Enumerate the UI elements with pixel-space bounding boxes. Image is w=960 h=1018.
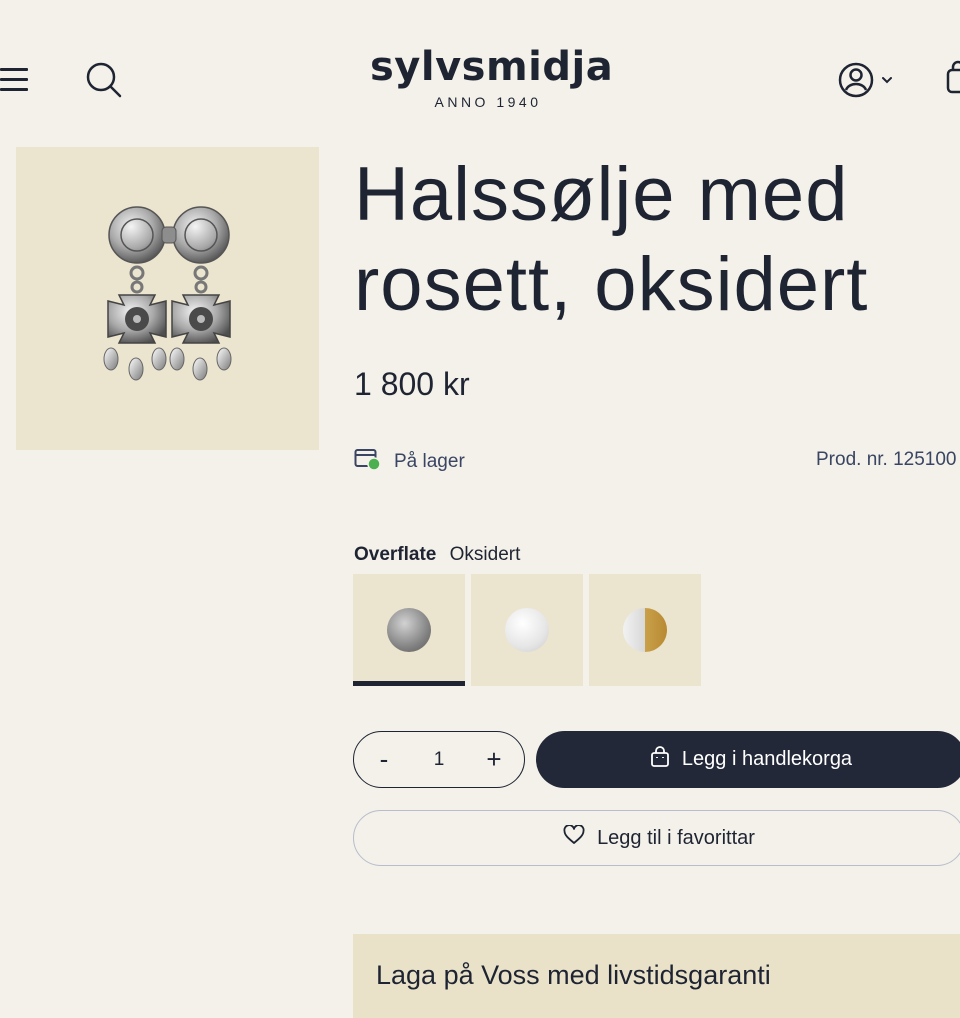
product-image[interactable]: [16, 147, 319, 450]
site-header: sylvsmidja ANNO 1940: [0, 0, 960, 130]
variant-label: Overflate: [354, 544, 437, 565]
swatch-forgylt-dot: [623, 608, 667, 652]
add-to-favorites-label: Legg til i favorittar: [597, 826, 755, 849]
logo-text: sylvsmidja: [370, 44, 614, 90]
variant-label-row: Overflate Oksidert: [354, 544, 520, 566]
variant-swatches: [353, 574, 707, 686]
swatch-oksidert[interactable]: [353, 574, 465, 686]
in-stock-icon: [354, 446, 382, 477]
swatch-blank-dot: [505, 608, 549, 652]
product-page: sylvsmidja ANNO 1940 Halssølje med roset…: [0, 0, 960, 1018]
guarantee-text: Laga på Voss med livstidsgaranti: [376, 960, 771, 990]
product-number: Prod. nr. 125100: [816, 449, 957, 470]
quantity-value[interactable]: 1: [434, 749, 445, 771]
add-to-cart-label: Legg i handlekorga: [681, 748, 853, 770]
hamburger-menu-icon[interactable]: [0, 64, 30, 94]
shopping-bag-icon: [650, 745, 670, 774]
product-price: 1 800 kr: [354, 366, 470, 402]
stock-status: På lager: [354, 446, 465, 477]
add-to-favorites-button[interactable]: Legg til i favorittar: [353, 810, 960, 866]
swatch-forgylt[interactable]: [589, 574, 701, 686]
stock-status-text: På lager: [394, 450, 465, 472]
variant-selected-value: Oksidert: [449, 544, 521, 565]
guarantee-accordion[interactable]: Laga på Voss med livstidsgaranti: [353, 934, 960, 1018]
search-icon[interactable]: [84, 60, 124, 100]
site-logo[interactable]: sylvsmidja ANNO 1940: [370, 44, 614, 110]
swatch-blank[interactable]: [471, 574, 583, 686]
heart-icon: [563, 824, 585, 851]
user-account-icon[interactable]: [836, 60, 900, 100]
quantity-increase-button[interactable]: +: [484, 744, 504, 775]
quantity-stepper: - 1 +: [353, 731, 525, 788]
logo-subtext: ANNO 1940: [434, 94, 542, 110]
swatch-oksidert-dot: [387, 608, 431, 652]
shopping-bag-icon[interactable]: [944, 60, 960, 100]
quantity-decrease-button[interactable]: -: [374, 744, 394, 775]
brooch-image: [103, 206, 232, 381]
add-to-cart-button[interactable]: Legg i handlekorga: [536, 731, 960, 788]
product-title: Halssølje med rosett, oksidert: [354, 152, 869, 327]
